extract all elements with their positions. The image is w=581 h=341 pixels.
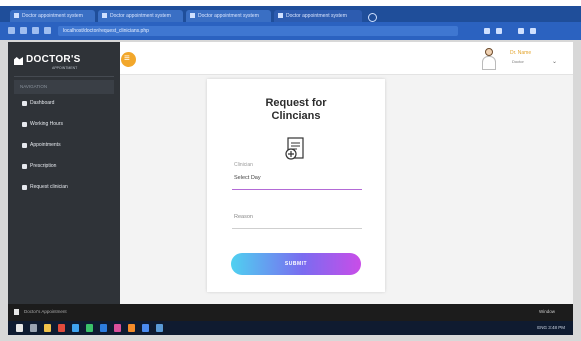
request-form-card: Request for Clincians Clinician Select D…	[207, 79, 385, 292]
tab-label: Doctor appointment system	[22, 13, 83, 19]
logo-subtitle: APPOINTMENT	[52, 66, 78, 70]
clinician-document-icon	[285, 137, 304, 160]
reload-icon[interactable]	[32, 27, 39, 34]
submit-button[interactable]: SUBMIT	[231, 253, 361, 275]
sidebar-item-request-clinician[interactable]: Request clinician	[22, 182, 68, 192]
new-tab-icon[interactable]	[368, 13, 377, 22]
tab-icon	[190, 13, 195, 19]
star-icon[interactable]	[484, 28, 490, 34]
app-icon[interactable]	[128, 324, 135, 332]
logo-text: DOCTOR'S	[26, 54, 81, 65]
reason-input[interactable]: Reason	[234, 214, 253, 220]
sidebar-item-label: Prescription	[30, 163, 57, 169]
profile-icon[interactable]	[518, 28, 524, 34]
avatar[interactable]	[482, 48, 496, 70]
sidebar-item-dashboard[interactable]: Dashboard	[22, 98, 54, 108]
home-browser-icon[interactable]	[44, 27, 51, 34]
sidebar-item-prescription[interactable]: Prescription	[22, 161, 56, 171]
tab-label: Doctor appointment system	[110, 13, 171, 19]
strip-left-text: Doctor's Appointment	[24, 309, 67, 314]
os-taskbar: ENG 3:48 PM	[8, 321, 573, 335]
tab-icon	[14, 13, 19, 19]
user-icon	[22, 184, 27, 190]
reason-field-underline	[232, 228, 362, 229]
menu-toggle-icon[interactable]	[121, 52, 136, 67]
tab-icon	[278, 13, 283, 19]
app-icon[interactable]	[58, 324, 65, 332]
sidebar-item-label: Working Hours	[30, 121, 63, 127]
sidebar-item-label: Request clinician	[30, 184, 68, 190]
app-icon[interactable]	[114, 324, 121, 332]
avatar-body	[482, 56, 496, 70]
sidebar-item-appointments[interactable]: Appointments	[22, 140, 61, 150]
divider	[14, 76, 114, 77]
tab-label: Doctor appointment system	[286, 13, 347, 19]
url-input[interactable]: localhost/doctor/request_clinicians.php	[58, 26, 458, 36]
system-tray[interactable]: ENG 3:48 PM	[537, 325, 565, 330]
browser-status-strip: Doctor's Appointment Window	[8, 304, 573, 321]
clinician-select[interactable]: Select Day	[234, 175, 261, 181]
sidebar-item-working-hours[interactable]: Working Hours	[22, 119, 63, 129]
clinician-field-label: Clinician	[234, 162, 253, 168]
user-role: Doctor	[512, 59, 524, 64]
app-icon[interactable]	[156, 324, 163, 332]
browser-tabbar: Doctor appointment system Doctor appoint…	[0, 0, 581, 23]
strip-right-text: Window	[538, 309, 555, 314]
user-name[interactable]: Dr. Name	[510, 50, 531, 56]
page-title: Request for Clincians	[265, 97, 327, 122]
clock-icon	[22, 121, 27, 127]
chevron-down-icon[interactable]: ⌄	[552, 58, 557, 65]
screen: Doctor appointment system Doctor appoint…	[0, 0, 581, 341]
file-icon	[22, 163, 27, 169]
menu-dots-icon[interactable]	[530, 28, 536, 34]
user-icon	[14, 309, 19, 315]
app-icon[interactable]	[100, 324, 107, 332]
extension-icon[interactable]	[496, 28, 502, 34]
sidebar-item-label: Dashboard	[30, 100, 55, 106]
chrome-icon[interactable]	[142, 324, 149, 332]
sidebar-item-label: Appointments	[30, 142, 61, 148]
app-icon[interactable]	[86, 324, 93, 332]
app-topbar: Dr. Name Doctor ⌄	[120, 42, 573, 75]
avatar-head	[485, 48, 493, 56]
sidebar: DOCTOR'S APPOINTMENT NAVIGATION Dashboar…	[8, 42, 120, 304]
tab-label: Doctor appointment system	[198, 13, 259, 19]
calendar-icon	[22, 142, 27, 148]
tab-icon	[102, 13, 107, 19]
browser-address-bar: localhost/doctor/request_clinicians.php	[0, 22, 581, 40]
home-icon	[22, 100, 27, 106]
windows-start-icon[interactable]	[16, 324, 23, 332]
clinician-field-underline	[232, 189, 362, 190]
logo-mark-icon	[14, 57, 23, 65]
search-icon[interactable]	[30, 324, 37, 332]
main-content: Request for Clincians Clinician Select D…	[120, 75, 573, 304]
forward-icon[interactable]	[20, 27, 27, 34]
back-icon[interactable]	[8, 27, 15, 34]
sidebar-section-label: NAVIGATION	[14, 80, 114, 94]
folder-icon[interactable]	[44, 324, 51, 332]
app-icon[interactable]	[72, 324, 79, 332]
